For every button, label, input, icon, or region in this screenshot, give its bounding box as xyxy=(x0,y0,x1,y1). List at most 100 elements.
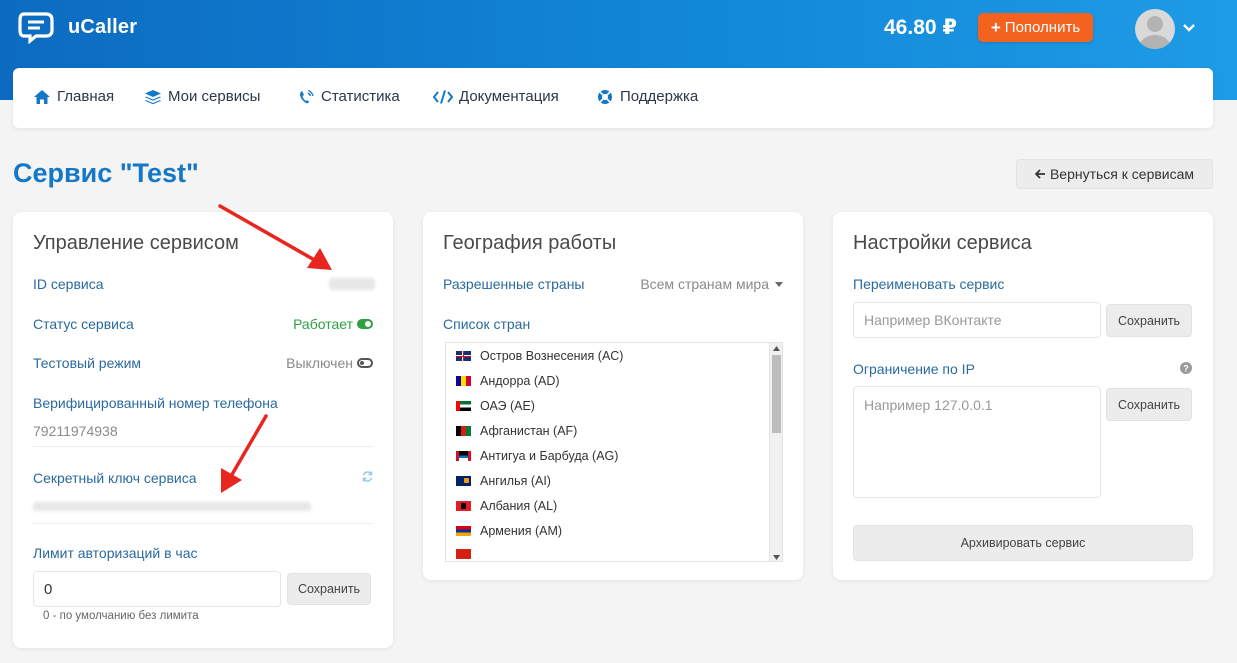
country-name: Албания (AL) xyxy=(480,499,558,513)
main-nav: Главная Мои сервисы Статистика Документа… xyxy=(13,68,1213,128)
flag-am-icon xyxy=(456,526,471,536)
list-item[interactable]: ОАЭ (AE) xyxy=(456,399,535,413)
list-item[interactable]: Афганистан (AF) xyxy=(456,424,577,438)
list-item[interactable]: Армения (AM) xyxy=(456,524,562,538)
country-name: ОАЭ (AE) xyxy=(480,399,535,413)
caret-down-icon xyxy=(775,281,783,287)
rename-input[interactable]: Например ВКонтакте xyxy=(853,302,1101,338)
limit-label: Лимит авторизаций в час xyxy=(33,545,198,561)
list-item[interactable]: Албания (AL) xyxy=(456,499,557,513)
divider xyxy=(33,446,373,447)
ucaller-logo-icon xyxy=(18,12,54,44)
flag-ai-icon xyxy=(456,476,471,486)
annotation-arrow-icon xyxy=(218,204,332,270)
limit-hint: 0 - по умолчанию без лимита xyxy=(43,610,199,622)
back-to-services-button[interactable]: Вернуться к сервисам xyxy=(1016,159,1213,189)
refresh-icon[interactable] xyxy=(361,470,374,483)
country-name: Андорра (AD) xyxy=(480,374,560,388)
service-status-toggle[interactable]: Работает xyxy=(293,316,373,332)
management-title: Управление сервисом xyxy=(33,232,239,254)
flag-ad-icon xyxy=(456,376,471,386)
country-name: Антигуа и Барбуда (AG) xyxy=(480,449,619,463)
list-item[interactable]: Остров Вознесения (AC) xyxy=(456,349,623,363)
country-name: Остров Вознесения (AC) xyxy=(480,349,624,363)
user-avatar-icon xyxy=(1140,16,1170,49)
geography-card: География работы Разрешенные страны Всем… xyxy=(423,212,803,580)
rename-label: Переименовать сервис xyxy=(853,276,1005,292)
home-icon xyxy=(34,89,50,104)
code-icon xyxy=(433,89,453,104)
limit-input[interactable]: 0 xyxy=(33,571,281,607)
settings-card: Настройки сервиса Переименовать сервис Н… xyxy=(833,212,1213,580)
service-id-value xyxy=(329,278,375,290)
flag-ac-icon xyxy=(456,351,471,361)
logo[interactable]: uCaller xyxy=(18,10,137,44)
nav-label: Главная xyxy=(57,88,115,105)
svg-text:?: ? xyxy=(1183,364,1189,374)
archive-service-button[interactable]: Архивировать сервис xyxy=(853,525,1193,561)
back-label: Вернуться к сервисам xyxy=(1049,166,1195,182)
list-item[interactable]: Антигуа и Барбуда (AG) xyxy=(456,449,618,463)
list-item[interactable]: Андорра (AD) xyxy=(456,374,560,388)
avatar[interactable] xyxy=(1135,9,1175,49)
nav-label: Документация xyxy=(459,88,559,105)
phone-icon xyxy=(300,89,314,103)
page-title: Сервис "Test" xyxy=(13,158,199,188)
country-list[interactable]: Остров Вознесения (AC) Андорра (AD) ОАЭ … xyxy=(445,342,783,562)
country-list-label: Список стран xyxy=(443,316,531,332)
divider xyxy=(33,523,373,524)
brand-name: uCaller xyxy=(68,15,138,38)
service-id-label: ID сервиса xyxy=(33,276,104,292)
chevron-down-icon[interactable] xyxy=(1182,23,1196,33)
toggle-on-icon xyxy=(357,319,373,329)
test-mode-toggle[interactable]: Выключен xyxy=(286,355,373,371)
scroll-up-icon[interactable] xyxy=(773,346,780,351)
flag-partial-icon xyxy=(456,549,471,559)
nav-label: Мои сервисы xyxy=(168,88,261,105)
plus-icon: + xyxy=(990,17,1001,37)
country-name: Армения (AM) xyxy=(480,524,563,538)
nav-label: Поддержка xyxy=(620,88,699,105)
verified-phone-value: 79211974938 xyxy=(33,423,118,439)
toggle-off-icon xyxy=(357,358,373,368)
flag-ag-icon xyxy=(456,451,471,461)
allowed-countries-select[interactable]: Всем странам мира xyxy=(640,276,783,292)
topup-label: Пополнить xyxy=(1004,19,1081,36)
nav-label: Статистика xyxy=(321,88,400,105)
ip-save-button[interactable]: Сохранить xyxy=(1106,388,1192,421)
annotation-arrow-icon xyxy=(221,414,268,493)
country-name: Ангилья (AI) xyxy=(480,474,551,488)
allowed-countries-label: Разрешенные страны xyxy=(443,276,585,292)
nav-item-support[interactable]: Поддержка xyxy=(596,88,698,105)
allowed-countries-value: Всем странам мира xyxy=(640,276,769,292)
test-mode-value: Выключен xyxy=(286,355,353,371)
nav-item-home[interactable]: Главная xyxy=(33,88,114,105)
list-item[interactable]: Ангилья (AI) xyxy=(456,474,551,488)
flag-af-icon xyxy=(456,426,471,436)
nav-item-services[interactable]: Мои сервисы xyxy=(144,88,260,105)
balance-amount: 46.80 ₽ xyxy=(884,16,957,39)
nav-item-stats[interactable]: Статистика xyxy=(297,88,400,105)
topup-button[interactable]: + Пополнить xyxy=(978,13,1093,42)
lifebuoy-icon xyxy=(598,89,612,104)
service-status-label: Статус сервиса xyxy=(33,316,134,332)
status-value: Работает xyxy=(293,316,353,332)
nav-item-docs[interactable]: Документация xyxy=(433,88,559,105)
geography-title: География работы xyxy=(443,232,617,254)
ip-restriction-input[interactable]: Например 127.0.0.1 xyxy=(853,386,1101,498)
test-mode-label: Тестовый режим xyxy=(33,355,142,371)
arrow-left-icon xyxy=(1034,169,1045,179)
country-name: Афганистан (AF) xyxy=(480,424,578,438)
scroll-down-icon[interactable] xyxy=(773,555,780,560)
ip-restriction-label: Ограничение по IP xyxy=(853,361,975,377)
scroll-thumb[interactable] xyxy=(772,355,781,433)
list-item-partial[interactable] xyxy=(456,549,480,559)
limit-save-button[interactable]: Сохранить xyxy=(287,573,371,605)
rename-save-button[interactable]: Сохранить xyxy=(1106,304,1192,337)
country-list-scrollbar[interactable] xyxy=(769,343,782,561)
secret-key-label: Секретный ключ сервиса xyxy=(33,470,197,486)
settings-title: Настройки сервиса xyxy=(853,232,1032,254)
layers-icon xyxy=(145,89,161,104)
help-icon[interactable]: ? xyxy=(1180,362,1192,374)
flag-ae-icon xyxy=(456,401,471,411)
